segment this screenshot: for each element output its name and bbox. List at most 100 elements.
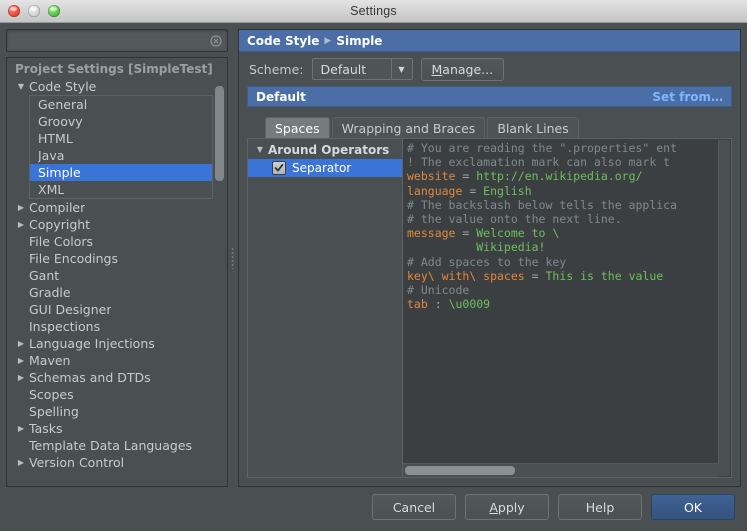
tab-label: Blank Lines [497, 121, 568, 136]
sidebar-item-file-colors[interactable]: ▶ File Colors [7, 233, 227, 250]
option-group-around-operators[interactable]: ▼ Around Operators [248, 141, 402, 159]
sidebar-scrollbar-thumb[interactable] [215, 86, 224, 181]
manage-button-label: anage... [442, 62, 493, 77]
sidebar-item-copyright[interactable]: ▶ Copyright [7, 216, 227, 233]
sidebar-item-label: File Encodings [29, 251, 118, 266]
separator-checkbox[interactable] [272, 161, 286, 175]
chevron-right-icon[interactable]: ▶ [15, 221, 27, 229]
ok-button-label: OK [684, 500, 702, 515]
sidebar-item-gradle[interactable]: ▶ Gradle [7, 284, 227, 301]
sidebar-item-spelling[interactable]: ▶ Spelling [7, 403, 227, 420]
options-tree[interactable]: ▼ Around Operators Separator [248, 139, 403, 477]
apply-button[interactable]: Apply [465, 494, 549, 520]
window-titlebar: Settings [0, 0, 747, 23]
sidebar-item-label: Inspections [29, 319, 100, 334]
splitter-grip-icon[interactable] [231, 247, 234, 269]
code-line: ! The exclamation mark can also mark t [407, 155, 677, 169]
sidebar-item-label: Simple [38, 165, 81, 180]
code-preview[interactable]: # You are reading the ".properties" ent!… [403, 139, 731, 477]
preview-horizontal-scroll-thumb[interactable] [405, 466, 515, 475]
sidebar-item-label: Code Style [29, 79, 96, 94]
scheme-select[interactable]: Default ▼ [312, 58, 413, 80]
sidebar-item-language-injections[interactable]: ▶ Language Injections [7, 335, 227, 352]
tab-label: Wrapping and Braces [342, 121, 476, 136]
sidebar-item-code-style[interactable]: ▼ Code Style [7, 78, 227, 95]
clear-search-icon[interactable] [210, 35, 222, 47]
code-line: message = Welcome to \ [407, 226, 677, 240]
sidebar-item-label: Java [38, 148, 64, 163]
sidebar-item-label: Gradle [29, 285, 71, 300]
sidebar-item-inspections[interactable]: ▶ Inspections [7, 318, 227, 335]
sidebar-item-label: HTML [38, 131, 73, 146]
sidebar-item-maven[interactable]: ▶ Maven [7, 352, 227, 369]
scheme-status-bar: Default Set from… [247, 86, 732, 107]
settings-sidebar: Project Settings [SimpleTest] ▼ Code Sty… [6, 29, 228, 487]
sidebar-item-gant[interactable]: ▶ Gant [7, 267, 227, 284]
tab-wrapping-and-braces[interactable]: Wrapping and Braces [332, 117, 486, 138]
chevron-down-icon[interactable]: ▼ [391, 59, 412, 79]
chevron-right-icon[interactable]: ▶ [15, 374, 27, 382]
dialog-buttons: Cancel Apply Help OK [0, 487, 747, 531]
scheme-label: Scheme: [249, 62, 304, 77]
settings-tree[interactable]: Project Settings [SimpleTest] ▼ Code Sty… [7, 58, 227, 486]
chevron-right-icon: ▶ [324, 36, 331, 46]
code-line: tab : \u0009 [407, 297, 677, 311]
ok-button[interactable]: OK [651, 494, 735, 520]
chevron-right-icon[interactable]: ▶ [15, 357, 27, 365]
sidebar-item-label: Language Injections [29, 336, 155, 351]
preview-horizontal-scrollbar[interactable] [403, 463, 719, 477]
sidebar-item-label: Compiler [29, 200, 85, 215]
code-line: key\ with\ spaces = This is the value [407, 269, 677, 283]
search-field[interactable] [6, 29, 228, 52]
sidebar-item-label: Scopes [29, 387, 74, 402]
sidebar-item-scopes[interactable]: ▶ Scopes [7, 386, 227, 403]
sidebar-item-general[interactable]: General [30, 96, 212, 113]
search-input[interactable] [7, 30, 227, 51]
scheme-row: Scheme: Default ▼ Manage... [239, 52, 740, 86]
sidebar-item-tasks[interactable]: ▶ Tasks [7, 420, 227, 437]
code-line: # The backslash below tells the applica [407, 198, 677, 212]
manage-button[interactable]: Manage... [421, 58, 505, 81]
scheme-status-name: Default [256, 90, 306, 104]
sidebar-item-schemas-and-dtds[interactable]: ▶ Schemas and DTDs [7, 369, 227, 386]
chevron-down-icon[interactable]: ▼ [15, 83, 27, 91]
sidebar-item-label: Version Control [29, 455, 124, 470]
preview-vertical-scrollbar[interactable] [718, 140, 730, 476]
sidebar-item-file-encodings[interactable]: ▶ File Encodings [7, 250, 227, 267]
breadcrumb-parent[interactable]: Code Style [247, 34, 319, 48]
cancel-button[interactable]: Cancel [372, 494, 456, 520]
settings-editor-area: ▼ Around Operators Separator # You are r… [247, 138, 732, 478]
sidebar-item-gui-designer[interactable]: ▶ GUI Designer [7, 301, 227, 318]
chevron-down-icon[interactable]: ▼ [254, 146, 266, 154]
code-line: language = English [407, 184, 677, 198]
code-style-children: General Groovy HTML Java Simple [29, 95, 213, 199]
sidebar-item-version-control[interactable]: ▶ Version Control [7, 454, 227, 471]
code-preview-text: # You are reading the ".properties" ent!… [403, 139, 677, 311]
tab-blank-lines[interactable]: Blank Lines [487, 117, 578, 138]
apply-button-label: pply [498, 500, 525, 515]
sidebar-item-java[interactable]: Java [30, 147, 212, 164]
sidebar-item-groovy[interactable]: Groovy [30, 113, 212, 130]
settings-window: Settings Project Settings [SimpleTest] [0, 0, 747, 531]
chevron-right-icon[interactable]: ▶ [15, 459, 27, 467]
dialog-content: Project Settings [SimpleTest] ▼ Code Sty… [0, 23, 747, 487]
tab-spaces[interactable]: Spaces [265, 117, 330, 138]
preview-vertical-scroll-thumb[interactable] [720, 140, 729, 476]
sidebar-item-compiler[interactable]: ▶ Compiler [7, 199, 227, 216]
sidebar-item-simple[interactable]: Simple [30, 164, 212, 181]
sidebar-item-xml[interactable]: XML [30, 181, 212, 198]
panel-splitter[interactable] [228, 29, 238, 487]
chevron-right-icon[interactable]: ▶ [15, 425, 27, 433]
help-button[interactable]: Help [558, 494, 642, 520]
chevron-right-icon[interactable]: ▶ [15, 340, 27, 348]
set-from-link[interactable]: Set from… [652, 90, 723, 104]
option-separator[interactable]: Separator [248, 159, 402, 177]
help-button-label: Help [586, 500, 615, 515]
sidebar-item-template-data-languages[interactable]: ▶ Template Data Languages [7, 437, 227, 454]
sidebar-section-header: Project Settings [SimpleTest] [7, 61, 227, 78]
chevron-right-icon[interactable]: ▶ [15, 204, 27, 212]
apply-button-mnemonic: A [489, 500, 498, 515]
sidebar-item-html[interactable]: HTML [30, 130, 212, 147]
tab-label: Spaces [275, 121, 320, 136]
sidebar-item-label: Gant [29, 268, 59, 283]
